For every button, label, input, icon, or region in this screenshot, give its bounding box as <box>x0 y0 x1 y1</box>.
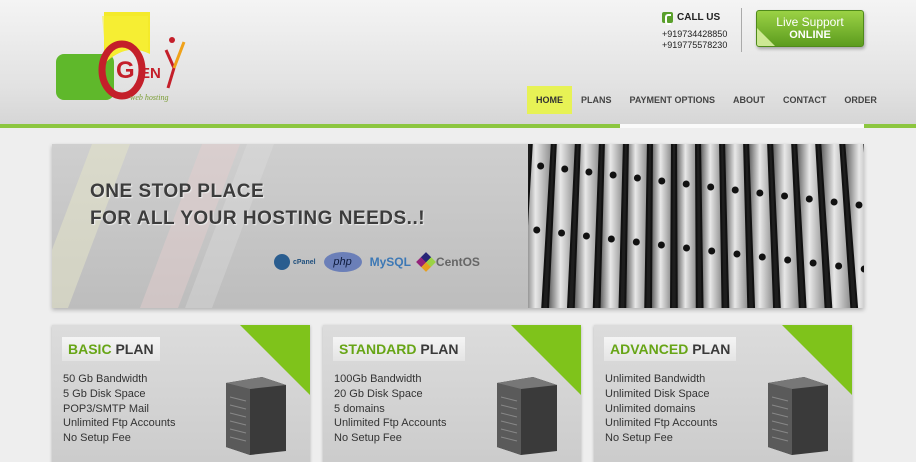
live-support-button[interactable]: Live Support ONLINE <box>756 10 864 47</box>
plan-feature: 5 domains <box>334 402 385 415</box>
logo-tagline: web hosting <box>130 93 169 102</box>
main-nav: HOME PLANS PAYMENT OPTIONS ABOUT CONTACT… <box>527 86 886 114</box>
banner-headline: ONE STOP PLACE FOR ALL YOUR HOSTING NEED… <box>90 178 425 232</box>
cpanel-logo: cPanel <box>274 254 316 270</box>
plan-feature: No Setup Fee <box>605 432 673 445</box>
server-icon <box>497 377 557 455</box>
nav-item-payment-options[interactable]: PAYMENT OPTIONS <box>621 86 725 114</box>
plan-feature: 5 Gb Disk Space <box>63 387 146 400</box>
centos-icon <box>416 252 436 272</box>
svg-text:G: G <box>116 57 135 84</box>
plan-feature: Unlimited Ftp Accounts <box>334 417 447 430</box>
nav-item-contact[interactable]: CONTACT <box>774 86 835 114</box>
genx-logo[interactable]: G EN <box>56 12 216 102</box>
mysql-logo: MySQL <box>369 255 411 269</box>
nav-item-about[interactable]: ABOUT <box>724 86 774 114</box>
php-logo: php <box>323 252 362 272</box>
site-header: G EN web hosting CALL US +919734428850 +… <box>0 0 916 124</box>
plan-feature: Unlimited Disk Space <box>605 387 710 400</box>
plan-title: BASIC PLAN <box>62 337 160 361</box>
page-fold-decoration <box>757 28 775 46</box>
header-rule <box>0 124 916 128</box>
phone-icon <box>662 12 673 25</box>
header-divider <box>741 8 742 52</box>
nav-item-home[interactable]: HOME <box>527 86 572 114</box>
hero-banner: ONE STOP PLACE FOR ALL YOUR HOSTING NEED… <box>52 144 864 308</box>
plan-feature: 100Gb Bandwidth <box>334 373 422 385</box>
plan-feature: 20 Gb Disk Space <box>334 387 423 400</box>
plan-title: STANDARD PLAN <box>333 337 465 361</box>
plan-features: Unlimited Bandwidth Unlimited Disk Space… <box>605 372 718 446</box>
plan-card-standard[interactable]: STANDARD PLAN 100Gb Bandwidth 20 Gb Disk… <box>323 325 581 462</box>
phone-number-1: +919734428850 <box>662 29 728 39</box>
banner-line-1: ONE STOP PLACE <box>90 181 265 202</box>
call-us-label: CALL US <box>677 12 721 23</box>
plan-features: 50 Gb Bandwidth 5 Gb Disk Space POP3/SMT… <box>63 372 176 446</box>
server-icon <box>768 377 828 455</box>
plan-feature: Unlimited domains <box>605 402 696 415</box>
plan-features: 100Gb Bandwidth 20 Gb Disk Space 5 domai… <box>334 372 447 446</box>
plan-card-basic[interactable]: BASIC PLAN 50 Gb Bandwidth 5 Gb Disk Spa… <box>52 325 310 462</box>
contact-box: CALL US +919734428850 +919775578230 <box>662 12 742 51</box>
nav-item-order[interactable]: ORDER <box>835 86 886 114</box>
plan-feature: 50 Gb Bandwidth <box>63 373 148 385</box>
plan-feature: Unlimited Ftp Accounts <box>63 417 176 430</box>
server-rack-photo <box>528 144 864 308</box>
centos-logo: CentOS <box>416 252 480 272</box>
phone-number-2: +919775578230 <box>662 40 728 50</box>
tech-logos: cPanel php MySQL CentOS <box>274 252 480 272</box>
plan-title: ADVANCED PLAN <box>604 337 737 361</box>
plan-feature: No Setup Fee <box>334 432 402 445</box>
server-icon <box>226 377 286 455</box>
nav-item-plans[interactable]: PLANS <box>572 86 621 114</box>
live-support-label: Live Support <box>776 15 844 29</box>
cpanel-icon <box>274 254 290 270</box>
banner-line-2: FOR ALL YOUR HOSTING NEEDS..! <box>90 208 426 229</box>
call-us-heading: CALL US <box>662 12 742 25</box>
svg-text:EN: EN <box>140 65 161 82</box>
plan-card-advanced[interactable]: ADVANCED PLAN Unlimited Bandwidth Unlimi… <box>594 325 852 462</box>
plan-feature: Unlimited Bandwidth <box>605 373 706 385</box>
plan-feature: No Setup Fee <box>63 432 131 445</box>
plan-feature: Unlimited Ftp Accounts <box>605 417 718 430</box>
plan-feature: POP3/SMTP Mail <box>63 402 149 415</box>
